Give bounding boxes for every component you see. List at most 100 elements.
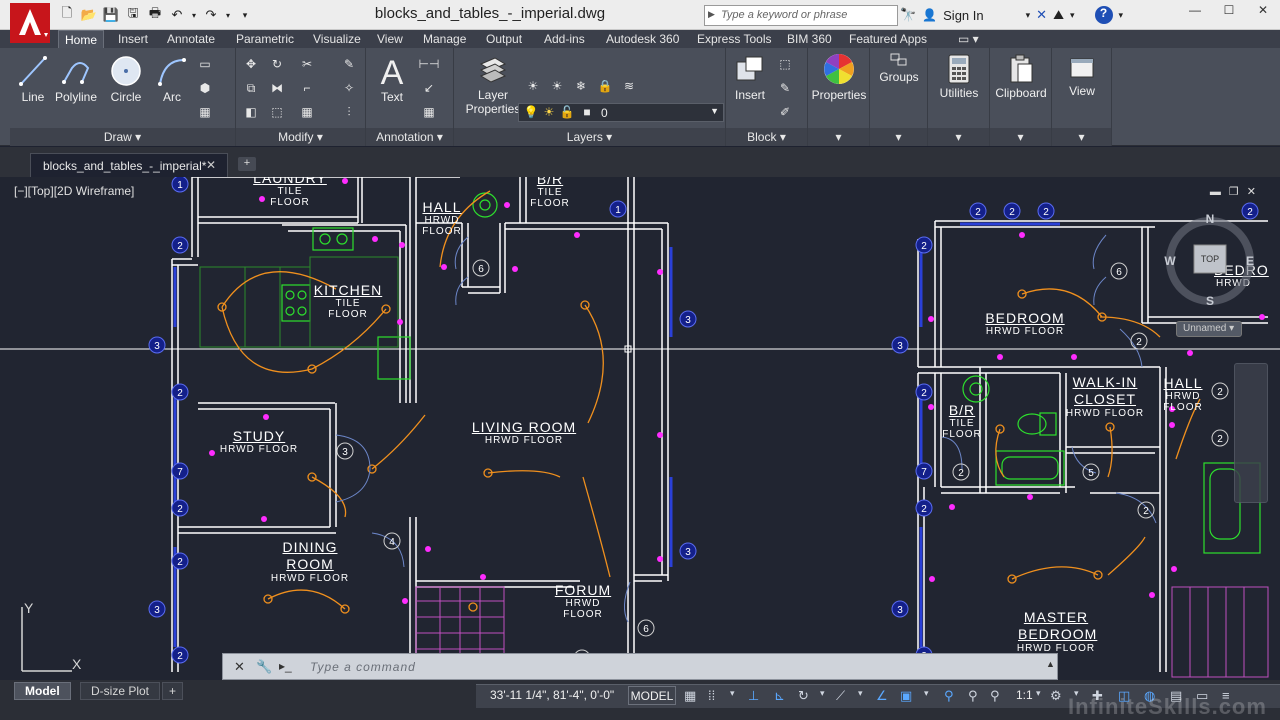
viewcube[interactable]: TOP N S E W [1154, 207, 1264, 317]
command-customize-icon[interactable]: 🔧 [256, 659, 272, 675]
layer-match-icon[interactable]: ≋ [620, 78, 638, 94]
redo-dropdown-icon[interactable]: ▾ [224, 7, 232, 23]
utilities-expand-icon[interactable]: ▾ [928, 128, 989, 146]
object-snap-dropdown-icon[interactable]: ▾ [924, 688, 929, 699]
offset-icon[interactable]: ⫶ [340, 104, 358, 120]
save-as-icon[interactable]: 🖫 [124, 5, 142, 23]
hatch-icon[interactable]: ⬢ [196, 80, 214, 96]
layer-freeze-icon[interactable]: ❄ [572, 78, 590, 94]
cursor-coordinates[interactable]: 33'-11 1/4", 81'-4", 0'-0" [490, 688, 614, 702]
dimension-icon[interactable]: ⊢⊣ [419, 56, 440, 72]
add-layout-button[interactable]: + [162, 682, 184, 700]
tab-insert[interactable]: Insert [118, 30, 148, 48]
table-icon[interactable]: ▦ [420, 104, 438, 120]
tab-visualize[interactable]: Visualize [313, 30, 361, 48]
object-snap-tracking-icon[interactable]: ∠ [876, 688, 888, 704]
new-tab-button[interactable]: + [238, 157, 256, 171]
tab-add-ins[interactable]: Add-ins [544, 30, 585, 48]
layer-isolate-icon[interactable]: ☀ [548, 78, 566, 94]
properties-button[interactable]: Properties [808, 52, 870, 102]
help-dropdown-icon[interactable]: ▾ [1119, 10, 1124, 21]
viewport-close-icon[interactable]: ✕ [1247, 186, 1264, 198]
block-panel-title[interactable]: Block ▾ [726, 128, 807, 146]
a360-icon[interactable]: ⛰ [1053, 7, 1064, 23]
snap-dropdown-icon[interactable]: ▾ [730, 688, 735, 699]
tab-featured-apps[interactable]: Featured Apps [849, 30, 927, 48]
leader-icon[interactable]: ↙ [420, 80, 438, 96]
redo-icon[interactable]: ↷ [202, 7, 220, 23]
binoculars-icon[interactable]: 🔭 [900, 7, 916, 23]
exchange-apps-icon[interactable]: ✕ [1036, 7, 1047, 23]
undo-icon[interactable]: ↶ [168, 7, 186, 23]
scale-icon[interactable]: ⬚ [268, 104, 286, 120]
isodraft-dropdown-icon[interactable]: ▾ [858, 688, 863, 699]
rotate-icon[interactable]: ↻ [268, 56, 286, 72]
command-close-icon[interactable]: ✕ [234, 659, 245, 675]
layer-lock-icon[interactable]: 🔒 [596, 78, 614, 94]
tab-express-tools[interactable]: Express Tools [697, 30, 771, 48]
trim-icon[interactable]: ✂ [298, 56, 316, 72]
viewport-restore-icon[interactable]: ❐ [1229, 186, 1247, 198]
text-tool-button[interactable]: A Text [372, 54, 412, 104]
polar-dropdown-icon[interactable]: ▾ [820, 688, 825, 699]
command-input[interactable]: Type a command [310, 660, 416, 674]
layer-properties-button[interactable]: Layer Properties [462, 54, 524, 116]
rectangle-icon[interactable]: ▭ [196, 56, 214, 72]
fillet-icon[interactable]: ⌐ [298, 80, 316, 96]
line-tool-button[interactable]: Line [16, 54, 50, 104]
array-icon[interactable]: ▦ [298, 104, 316, 120]
sign-in-button[interactable]: Sign In [943, 8, 983, 23]
ortho-icon[interactable]: ⊾ [774, 688, 785, 704]
tab-view[interactable]: View [377, 30, 403, 48]
annotation-scale-label[interactable]: 1:1 [1016, 688, 1033, 702]
annotation-panel-title[interactable]: Annotation ▾ [366, 128, 453, 146]
annotation-scale-icon[interactable]: ⚲ [990, 688, 1000, 704]
arc-tool-button[interactable]: Arc [156, 54, 188, 104]
navigation-bar[interactable] [1234, 363, 1268, 503]
help-icon[interactable]: ? [1094, 6, 1113, 24]
groups-button[interactable]: Groups [870, 52, 928, 84]
tab-bim-360[interactable]: BIM 360 [787, 30, 832, 48]
plot-icon[interactable]: 🖶 [146, 5, 164, 23]
erase-icon[interactable]: ✎ [340, 56, 358, 72]
create-block-icon[interactable]: ⬚ [776, 56, 794, 72]
new-file-icon[interactable]: 🗋 [58, 5, 76, 23]
model-layout-tab[interactable]: Model [14, 682, 71, 700]
view-button[interactable]: View [1052, 54, 1112, 98]
drawing-canvas[interactable]: 1232 7223 2133 2327 232 2222 6346 6225 2… [0, 177, 1280, 680]
model-space-button[interactable]: MODEL [628, 686, 676, 705]
search-input[interactable]: Type a keyword or phrase [704, 5, 898, 26]
grid-icon[interactable]: ▦ [684, 688, 696, 704]
layers-panel-title[interactable]: Layers ▾ [454, 128, 725, 146]
minimize-button[interactable]: — [1178, 0, 1212, 20]
close-tab-icon[interactable]: ✕ [206, 158, 216, 172]
region-icon[interactable]: ▦ [196, 104, 214, 120]
save-icon[interactable]: 💾 [102, 7, 120, 23]
viewport-minimize-icon[interactable]: ▬ [1210, 186, 1229, 198]
edit-block-icon[interactable]: ✎ [776, 80, 794, 96]
stretch-icon[interactable]: ◧ [242, 104, 260, 120]
object-snap-icon[interactable]: ▣ [900, 688, 912, 704]
copy-icon[interactable]: ⧉ [242, 80, 260, 96]
groups-expand-icon[interactable]: ▾ [870, 128, 927, 146]
polar-tracking-icon[interactable]: ↻ [798, 688, 809, 704]
close-window-button[interactable]: ✕ [1246, 0, 1280, 20]
infer-constraints-icon[interactable]: ⊥ [748, 688, 759, 704]
sign-in-dropdown-icon[interactable]: ▾ [1026, 10, 1031, 21]
explode-icon[interactable]: ✧ [340, 80, 358, 96]
undo-dropdown-icon[interactable]: ▾ [190, 7, 198, 23]
draw-panel-title[interactable]: Draw ▾ [10, 128, 235, 146]
tab-output[interactable]: Output [486, 30, 522, 48]
file-tab[interactable]: blocks_and_tables_-_imperial* [30, 153, 228, 177]
snap-icon[interactable]: ⁞⁞ [708, 688, 715, 703]
insert-block-button[interactable]: Insert [730, 54, 770, 102]
ucs-dropdown[interactable]: Unnamed ▾ [1176, 321, 1242, 337]
polyline-tool-button[interactable]: Polyline [54, 54, 98, 104]
tab-autodesk-360[interactable]: Autodesk 360 [606, 30, 679, 48]
isodraft-icon[interactable]: ⟋ [836, 688, 845, 704]
tab-parametric[interactable]: Parametric [236, 30, 294, 48]
tab-home[interactable]: Home [58, 30, 105, 48]
tab-manage[interactable]: Manage [423, 30, 466, 48]
workspace-gear-icon[interactable]: ⚙ [1050, 688, 1062, 704]
modify-panel-title[interactable]: Modify ▾ [236, 128, 365, 146]
